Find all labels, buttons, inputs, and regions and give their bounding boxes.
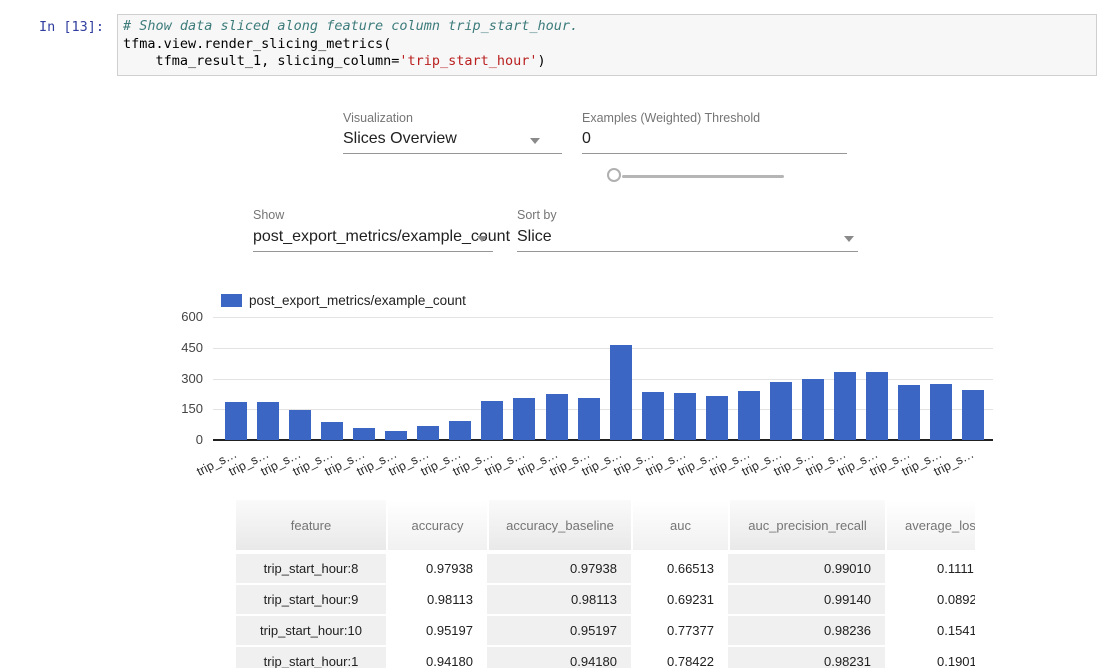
feature-cell: trip_start_hour:9: [236, 585, 386, 616]
metrics-table-container: featureaccuracyaccuracy_baselineaucauc_p…: [236, 500, 975, 668]
metric-cell: 0.66513: [631, 550, 728, 585]
legend-label: post_export_metrics/example_count: [249, 293, 466, 308]
bar[interactable]: [417, 426, 439, 440]
column-header-accuracy[interactable]: accuracy: [386, 500, 487, 550]
bar[interactable]: [674, 393, 696, 440]
bar[interactable]: [898, 385, 920, 440]
bar[interactable]: [802, 379, 824, 440]
bar[interactable]: [738, 391, 760, 440]
metric-cell: 0.98231: [728, 647, 885, 668]
metric-cell: 0.97938: [487, 550, 631, 585]
metric-cell: 0.78422: [631, 647, 728, 668]
metric-cell: 0.94180: [487, 647, 631, 668]
bar[interactable]: [321, 422, 343, 440]
metric-cell: 0.69231: [631, 585, 728, 616]
metric-cell: 0.99010: [728, 550, 885, 585]
gridline: [213, 348, 993, 349]
bar[interactable]: [610, 345, 632, 440]
bar[interactable]: [513, 398, 535, 440]
column-header-average_los[interactable]: average_los: [885, 500, 975, 550]
bar[interactable]: [546, 394, 568, 440]
metric-cell: 0.98113: [487, 585, 631, 616]
bar[interactable]: [578, 398, 600, 440]
column-header-auc[interactable]: auc: [631, 500, 728, 550]
table-header-row: featureaccuracyaccuracy_baselineaucauc_p…: [236, 500, 975, 550]
notebook-page: In [13]: # Show data sliced along featur…: [0, 0, 1111, 668]
bar[interactable]: [225, 402, 247, 440]
y-axis-tick-label: 450: [158, 340, 203, 355]
metric-cell: 0.99140: [728, 585, 885, 616]
metric-cell: 0.1541: [885, 616, 975, 647]
bar[interactable]: [385, 431, 407, 440]
table-row[interactable]: trip_start_hour:80.979380.979380.665130.…: [236, 550, 975, 585]
feature-cell: trip_start_hour:1: [236, 647, 386, 668]
metric-cell: 0.77377: [631, 616, 728, 647]
bar[interactable]: [962, 390, 984, 440]
table-row[interactable]: trip_start_hour:100.951970.951970.773770…: [236, 616, 975, 647]
metric-cell: 0.94180: [386, 647, 487, 668]
bar[interactable]: [930, 384, 952, 440]
y-axis-tick-label: 0: [158, 432, 203, 447]
metric-cell: 0.1901: [885, 647, 975, 668]
bar[interactable]: [257, 402, 279, 440]
metrics-table: featureaccuracyaccuracy_baselineaucauc_p…: [236, 500, 975, 668]
feature-cell: trip_start_hour:8: [236, 550, 386, 585]
column-header-auc_precision_recall[interactable]: auc_precision_recall: [728, 500, 885, 550]
bar-chart: post_export_metrics/example_count 0 150 30…: [0, 0, 1111, 500]
bar[interactable]: [289, 410, 311, 440]
bar[interactable]: [866, 372, 888, 440]
table-row[interactable]: trip_start_hour:90.981130.981130.692310.…: [236, 585, 975, 616]
feature-cell: trip_start_hour:10: [236, 616, 386, 647]
metric-cell: 0.1111: [885, 550, 975, 585]
y-axis-tick-label: 600: [158, 309, 203, 324]
column-header-accuracy_baseline[interactable]: accuracy_baseline: [487, 500, 631, 550]
bar[interactable]: [770, 382, 792, 440]
metric-cell: 0.95197: [487, 616, 631, 647]
bar[interactable]: [834, 372, 856, 440]
legend-swatch: [221, 294, 242, 307]
metric-cell: 0.0892: [885, 585, 975, 616]
bar[interactable]: [353, 428, 375, 440]
table-row[interactable]: trip_start_hour:10.941800.941800.784220.…: [236, 647, 975, 668]
bar[interactable]: [449, 421, 471, 440]
gridline: [213, 317, 993, 318]
metric-cell: 0.95197: [386, 616, 487, 647]
bar[interactable]: [706, 396, 728, 440]
column-header-feature[interactable]: feature: [236, 500, 386, 550]
bar[interactable]: [642, 392, 664, 440]
y-axis-tick-label: 300: [158, 371, 203, 386]
y-axis-tick-label: 150: [158, 401, 203, 416]
metric-cell: 0.98113: [386, 585, 487, 616]
bar[interactable]: [481, 401, 503, 440]
metric-cell: 0.97938: [386, 550, 487, 585]
metric-cell: 0.98236: [728, 616, 885, 647]
